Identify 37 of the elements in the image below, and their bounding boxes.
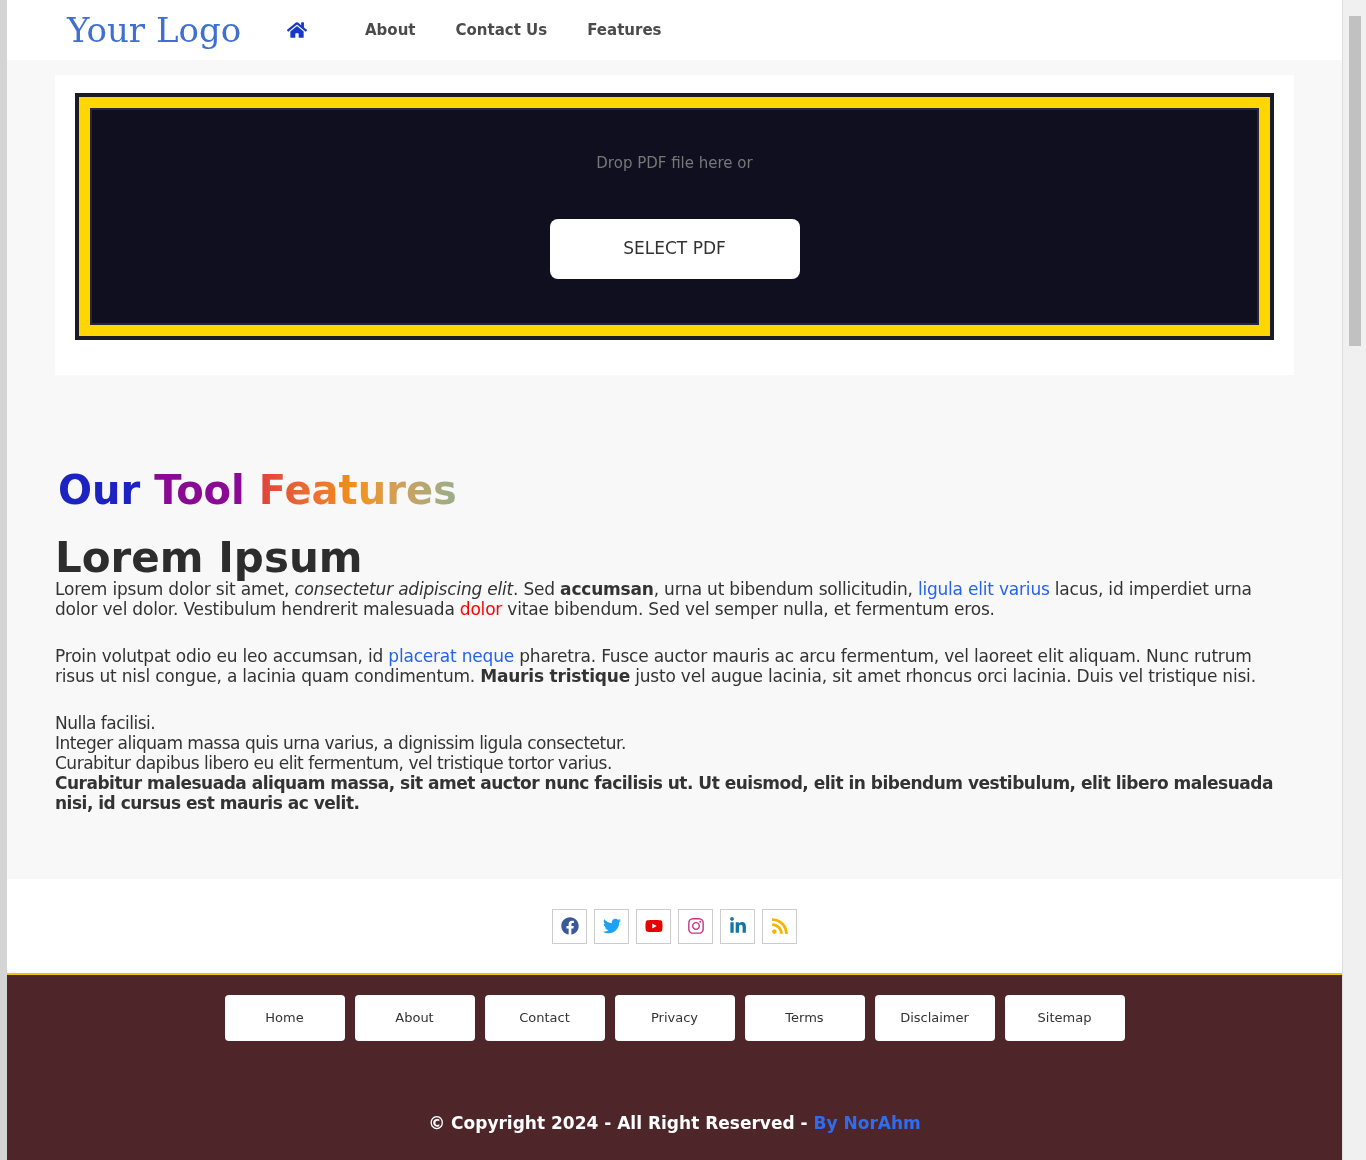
section-heading: Lorem Ipsum [55,537,364,579]
drop-zone[interactable]: Drop PDF file here or SELECT PDF [75,93,1274,340]
home-icon[interactable] [287,20,307,40]
logo[interactable]: Your Logo [67,4,287,56]
social-button[interactable] [552,908,587,944]
footer-link[interactable]: Disclaimer [874,995,995,1041]
select-pdf-button[interactable]: SELECT PDF [549,218,800,279]
text-line: Curabitur dapibus libero eu elit fermentum, vel tristique tortor varius. [55,753,613,773]
text-link[interactable]: placerat neque [388,646,514,666]
scrollbar[interactable] [1342,0,1366,1160]
footer-link[interactable]: Terms [744,995,865,1041]
social-button[interactable] [678,908,713,944]
text-line: Nulla facilisi. [55,713,157,733]
social-button[interactable] [720,908,755,944]
social-button[interactable] [594,908,629,944]
footer-link[interactable]: Sitemap [1004,995,1125,1041]
social-button[interactable] [636,908,671,944]
text-line: Integer aliquam massa quis urna varius, a dignissim ligula consectetur. [55,733,627,753]
features-title: Our Tool Features [58,466,458,515]
text-link[interactable]: ligula elit varius [917,579,1050,599]
footer-link[interactable]: Home [224,995,345,1041]
camera-icon [686,917,705,935]
nav-link[interactable]: Contact Us [455,18,548,42]
play-icon [644,917,663,935]
nav-link[interactable]: About [365,18,416,42]
nav-link[interactable]: Features [587,18,662,42]
linkedin-icon [728,917,747,935]
footer-link[interactable]: Contact [484,995,605,1041]
footer-link[interactable]: Privacy [614,995,735,1041]
drop-prompt: Drop PDF file here or [596,153,753,174]
rss-icon [770,917,789,935]
text-line: Curabitur malesuada aliquam massa, sit amet auctor nunc facilisis ut. Ut euismod, elit in bibendum vestibulum, elit libero malesuada nisi, id cursus est mauris ac velit. [55,773,1274,813]
footer-link[interactable]: About [354,995,475,1041]
paragraph: Proin volutpat odio eu leo accumsan, id placerat neque pharetra. Fusce auctor mauris ac arcu fermentum, vel laoreet elit aliquam. Nunc rutrum risus ut nisl congue, a lacinia quam condimentum. Mauris tristique justo vel augue lacinia, sit amet rhoncus orci lacinia. Duis vel tristique nisi. [55,646,1257,686]
copyright-text: © Copyright 2024 - All Right Reserved - [428,1112,808,1135]
bird-icon [602,917,621,935]
facebook-icon [560,917,579,935]
